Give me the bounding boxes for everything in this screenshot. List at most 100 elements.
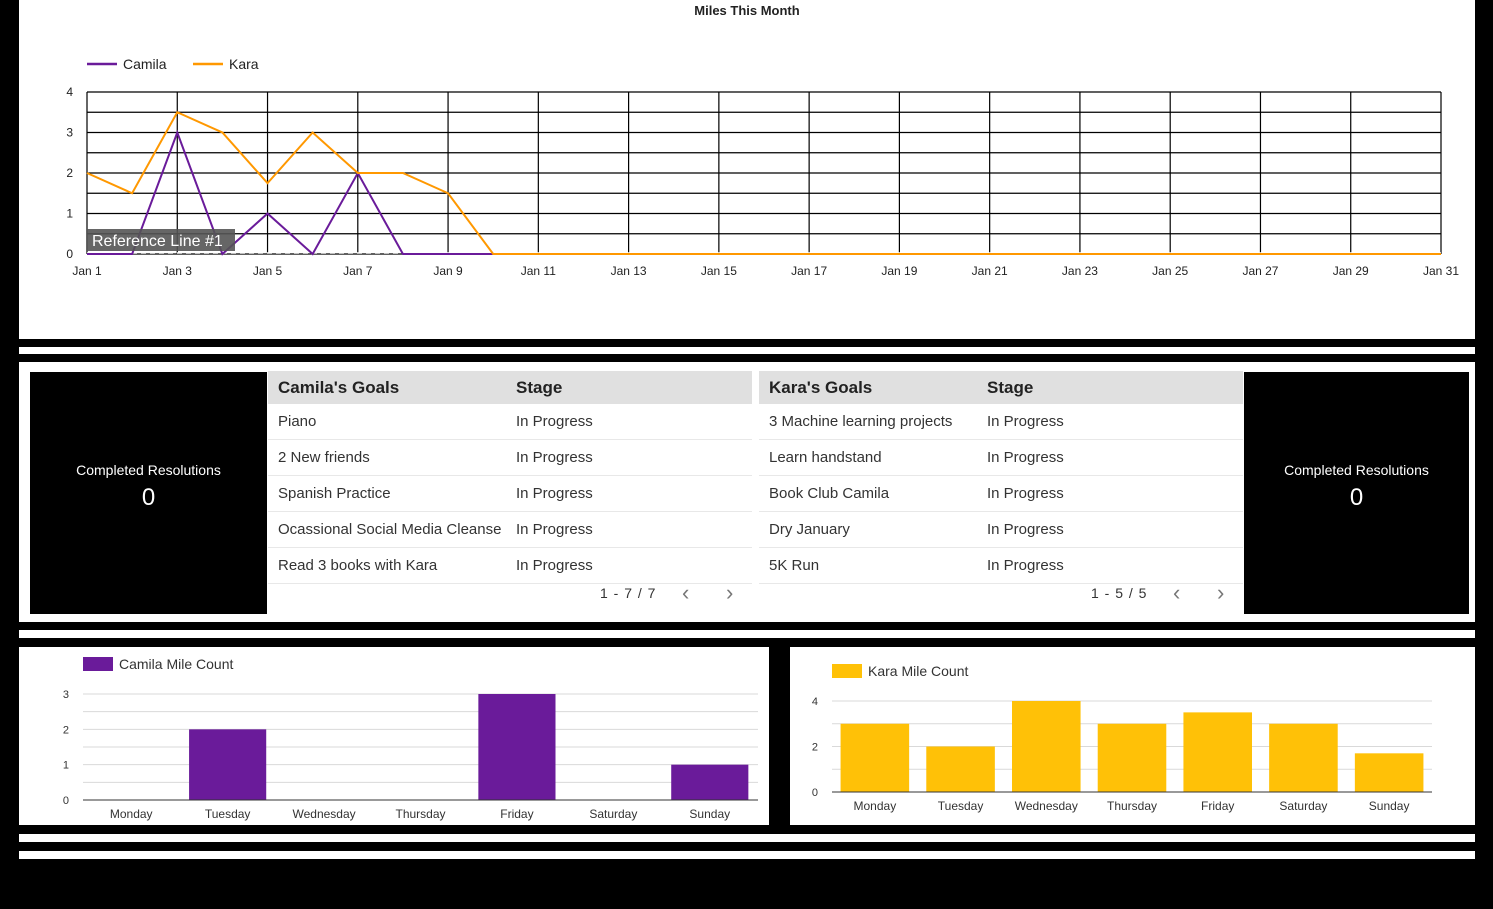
stage-cell: In Progress [516,449,593,466]
table-row: Book Club Camila In Progress [759,476,1243,512]
y-tick-label: 2 [812,742,818,754]
legend-swatch [832,664,862,678]
column-header-stage[interactable]: Stage [987,378,1243,398]
kara-mile-bar-chart: 0 2 4 Monday Tuesday Wednesday Thursday Friday S… [812,663,1432,813]
x-tick-label: Monday [110,807,153,821]
table-row: Piano In Progress [268,404,752,440]
reference-line-label: Reference Line #1 [92,233,223,250]
scorecard-value: 0 [141,484,156,511]
x-tick-label: Friday [500,807,533,821]
goal-cell: Piano [278,413,317,430]
x-tick-label: Jan 29 [1333,264,1369,278]
x-tick-label: Sunday [689,807,730,821]
legend-label: Kara Mile Count [868,663,968,679]
column-header-stage[interactable]: Stage [516,378,752,398]
table-row: Read 3 books with Kara In Progress [268,548,752,584]
miles-line-chart: Jan 1 Jan 3 Jan 5 Jan 7 Jan 9 Jan 11 Jan 13 Jan… [66,56,1459,278]
y-tick-label: 0 [63,795,69,807]
legend-label: Camila Mile Count [119,656,233,672]
bar-wednesday [1012,701,1081,792]
kara-bar-panel: 0 2 4 Monday Tuesday Wednesday Thursday Friday S… [790,647,1475,825]
stage-cell: In Progress [987,557,1064,574]
stage-cell: In Progress [516,413,593,430]
bar-thursday [1097,723,1167,792]
divider-strip-4 [19,851,1475,859]
table-header: Kara's Goals Stage [759,371,1243,404]
table-row: Learn handstand In Progress [759,440,1243,476]
column-header-goals[interactable]: Camila's Goals [268,378,516,398]
bar-friday [478,694,556,800]
divider-strip-3 [19,834,1475,842]
goal-cell: 5K Run [769,557,820,574]
table-row: Spanish Practice In Progress [268,476,752,512]
x-tick-label: Jan 27 [1242,264,1278,278]
x-tick-label: Wednesday [1015,799,1078,813]
y-tick-label: 4 [66,85,73,99]
camila-mile-bar-chart: 0 1 2 3 Monday Tuesday Wednesday Thursday Friday… [63,656,758,821]
scorecard-value: 0 [1349,484,1364,511]
goal-cell: Book Club Camila [769,485,890,502]
divider-strip-1 [19,347,1475,354]
y-tick-label: 3 [63,689,69,701]
prev-page-icon[interactable]: ‹ [1173,581,1180,605]
y-tick-label: 1 [66,207,73,221]
x-tick-label: Wednesday [292,807,355,821]
stage-cell: In Progress [987,413,1064,430]
x-tick-label: Jan 5 [253,264,283,278]
x-tick-label: Jan 13 [611,264,647,278]
stage-cell: In Progress [987,449,1064,466]
goal-cell: Read 3 books with Kara [278,557,438,574]
column-header-goals[interactable]: Kara's Goals [759,378,987,398]
y-tick-label: 2 [66,166,73,180]
x-tick-label: Jan 31 [1423,264,1459,278]
next-page-icon[interactable]: › [1217,581,1224,605]
stage-cell: In Progress [516,485,593,502]
x-tick-label: Sunday [1369,799,1410,813]
stage-cell: In Progress [516,521,593,538]
camila-goals-table: Camila's Goals Stage Piano In Progress 2 … [268,371,752,614]
x-tick-label: Monday [854,799,897,813]
x-tick-label: Thursday [395,807,445,821]
bar-saturday [1269,723,1338,792]
camila-completed-scorecard: Completed Resolutions 0 [30,372,267,614]
x-tick-label: Saturday [589,807,637,821]
y-tick-label: 4 [812,696,818,708]
x-tick-label: Jan 3 [163,264,193,278]
x-tick-label: Jan 19 [881,264,917,278]
bar-tuesday [926,746,995,792]
x-tick-label: Jan 21 [972,264,1008,278]
goal-cell: 3 Machine learning projects [769,413,953,430]
camila-bar-panel: 0 1 2 3 Monday Tuesday Wednesday Thursday Friday… [19,647,769,825]
goal-cell: Learn handstand [769,449,882,466]
x-tick-label: Thursday [1107,799,1157,813]
x-tick-label: Jan 23 [1062,264,1098,278]
legend-swatch [83,657,113,671]
y-tick-label: 3 [66,126,73,140]
table-header: Camila's Goals Stage [268,371,752,404]
x-tick-label: Jan 15 [701,264,737,278]
pagination-label: 1 - 5 / 5 [1091,585,1148,601]
y-tick-label: 0 [66,247,73,261]
bar-monday [840,723,910,792]
kara-goals-table: Kara's Goals Stage 3 Machine learning pr… [759,371,1243,614]
x-tick-label: Jan 1 [72,264,102,278]
x-tick-label: Jan 25 [1152,264,1188,278]
x-tick-label: Jan 9 [433,264,463,278]
table-row: 2 New friends In Progress [268,440,752,476]
goal-cell: Ocassional Social Media Cleanse [278,521,502,538]
legend-label: Camila [123,56,167,72]
table-row: Dry January In Progress [759,512,1243,548]
legend-label: Kara [229,56,259,72]
kara-completed-scorecard: Completed Resolutions 0 [1244,372,1469,614]
y-tick-label: 1 [63,760,69,772]
bar-tuesday [189,729,267,800]
prev-page-icon[interactable]: ‹ [682,581,689,605]
x-tick-label: Tuesday [938,799,984,813]
scorecard-label: Completed Resolutions [76,462,221,478]
bar-sunday [671,764,749,800]
table-row: Ocassional Social Media Cleanse In Progre… [268,512,752,548]
x-tick-label: Friday [1201,799,1234,813]
x-tick-label: Jan 7 [343,264,373,278]
stage-cell: In Progress [987,485,1064,502]
next-page-icon[interactable]: › [726,581,733,605]
